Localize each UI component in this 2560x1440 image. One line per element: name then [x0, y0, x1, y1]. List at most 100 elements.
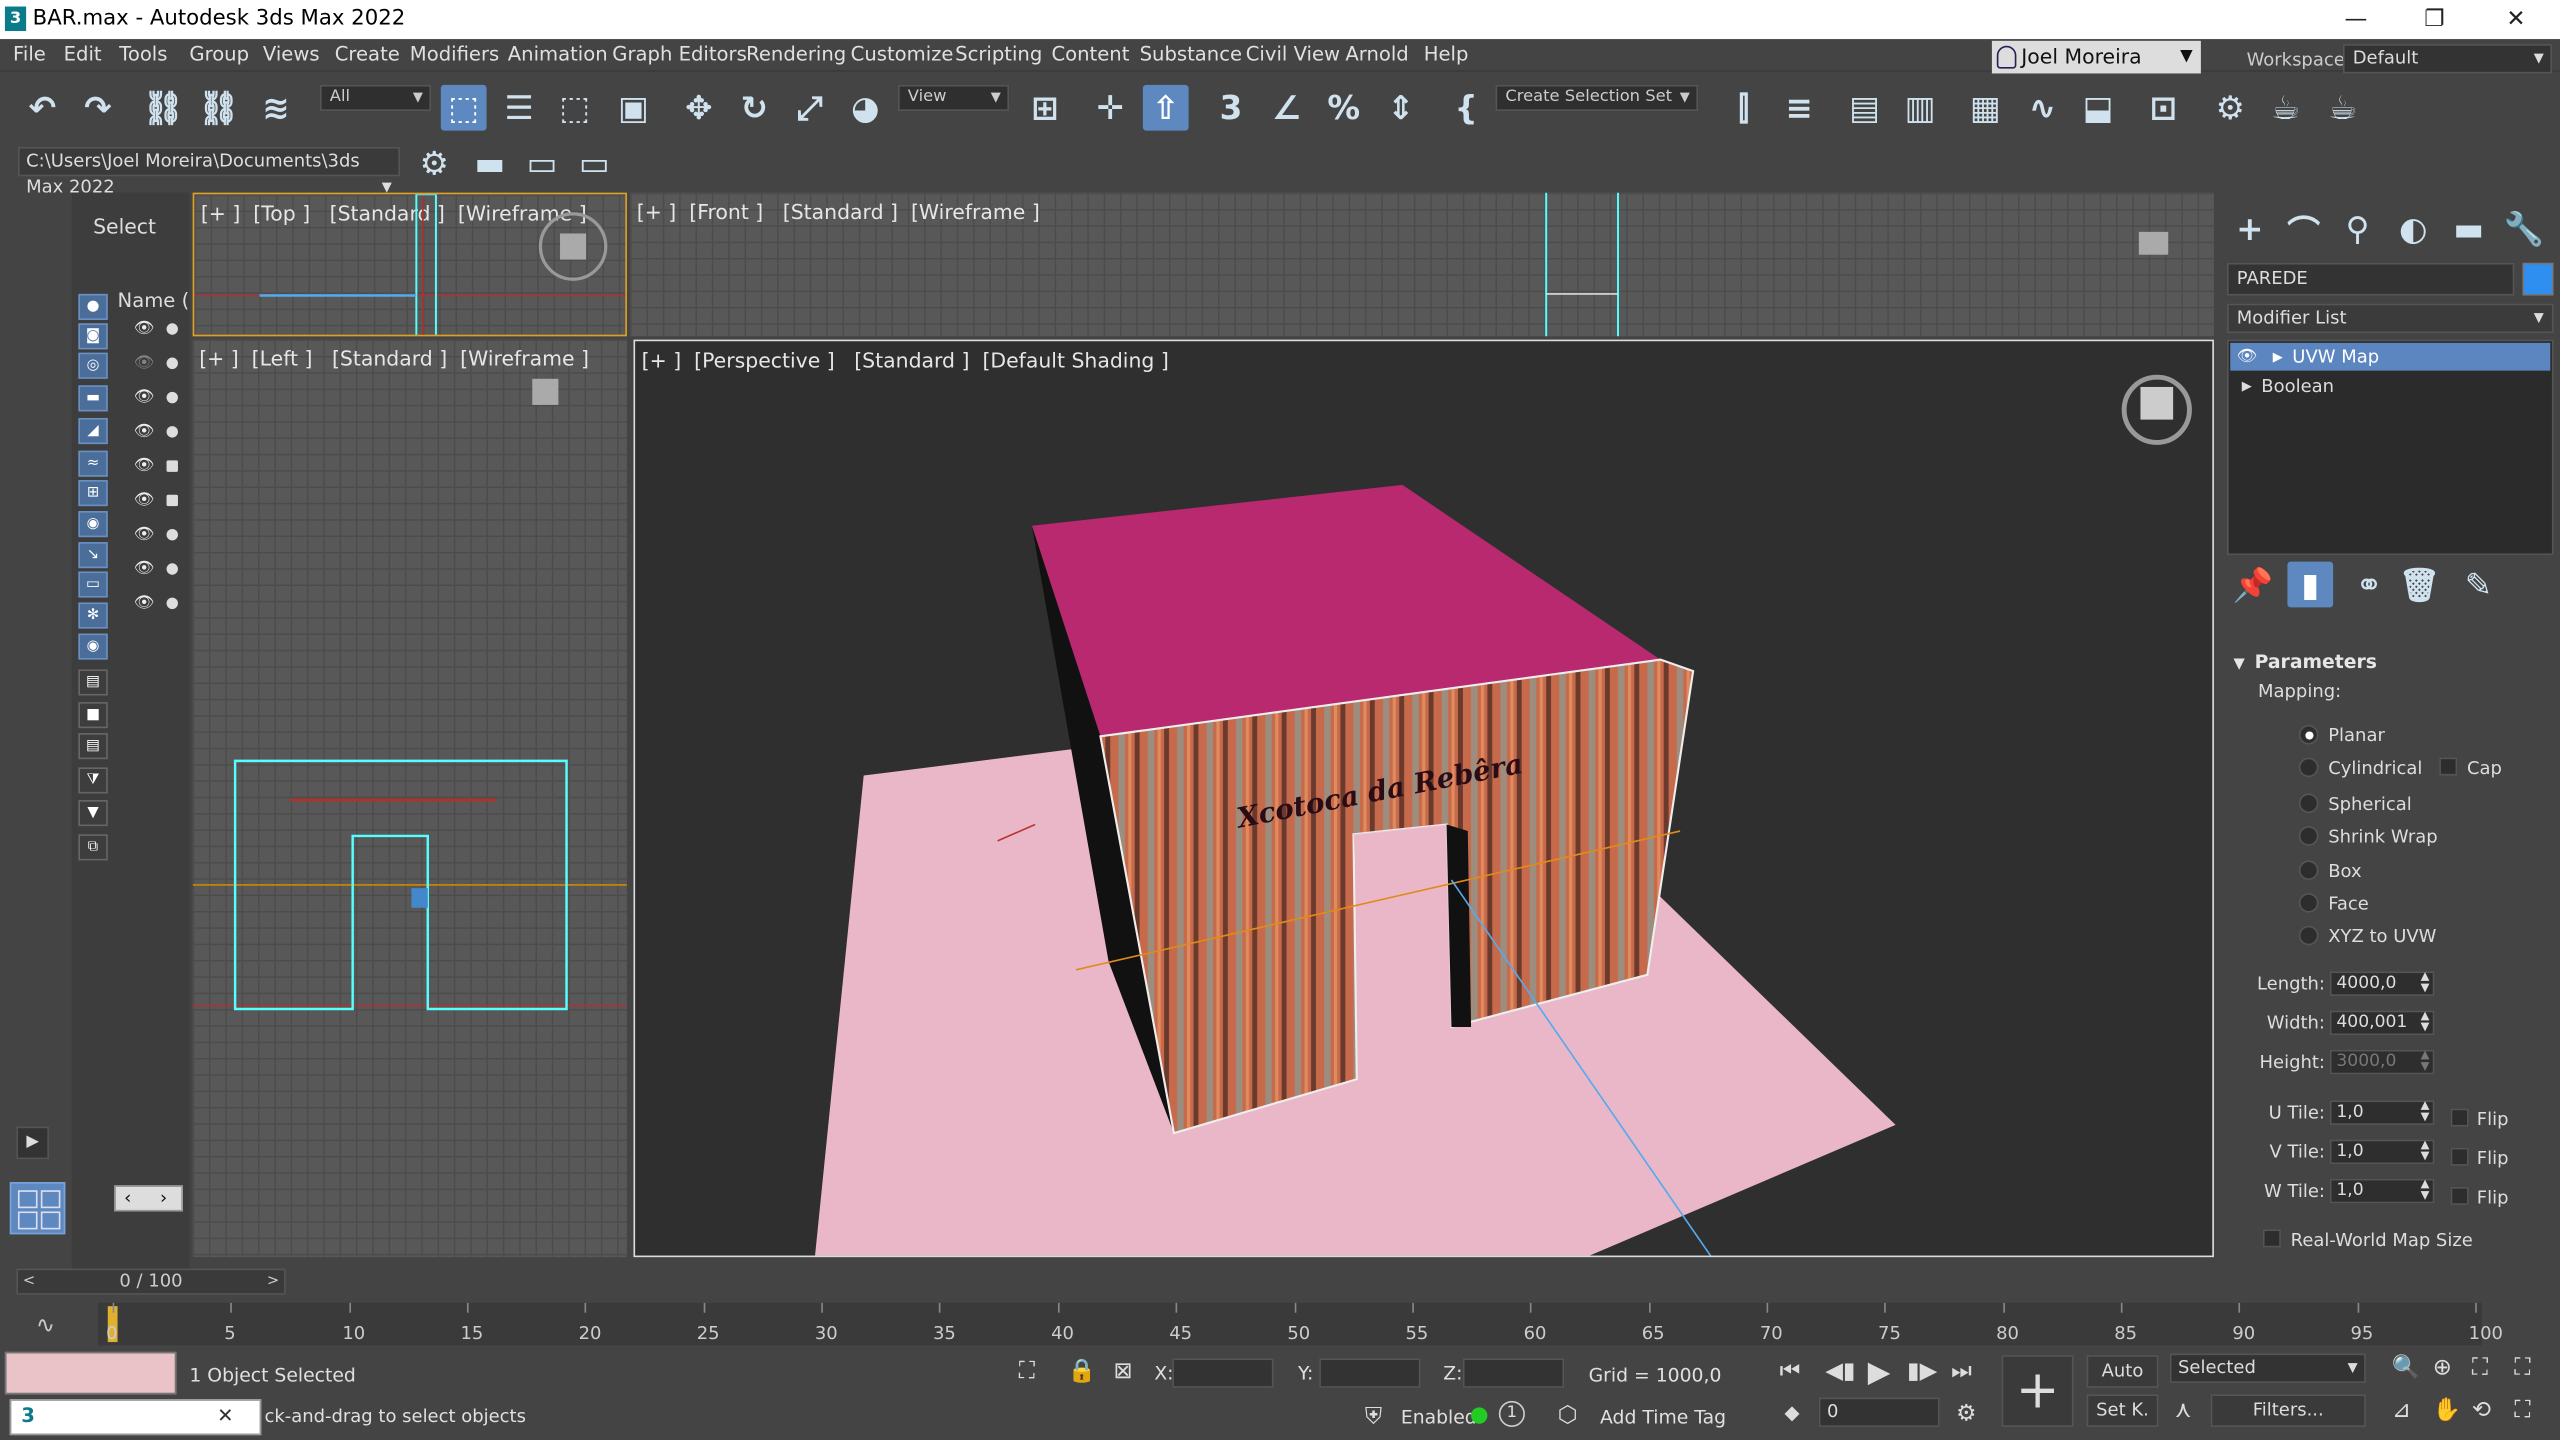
- show-end-result-icon[interactable]: ▮: [2287, 561, 2334, 608]
- select-invert-icon[interactable]: ▤: [78, 733, 108, 760]
- display-bones-icon[interactable]: ▭: [78, 571, 108, 598]
- viewport-left[interactable]: [+ ] [Left ] [Standard ] [Wireframe ]: [192, 339, 627, 1258]
- schematic-view-icon[interactable]: ⬓: [2075, 85, 2121, 131]
- key-filter-select[interactable]: Selected ▼: [2169, 1353, 2366, 1383]
- go-to-end-icon[interactable]: ⏭: [1951, 1358, 1972, 1384]
- place-icon[interactable]: ◕: [842, 85, 888, 131]
- maximize-viewport-icon[interactable]: ⛶: [2514, 1398, 2530, 1424]
- curve-editor-toggle-icon[interactable]: ∿: [36, 1313, 55, 1339]
- pin-stack-icon[interactable]: 📌: [2230, 562, 2276, 608]
- z-coordinate-field[interactable]: [1462, 1358, 1565, 1388]
- u-flip-checkbox[interactable]: [2450, 1108, 2469, 1127]
- project-path-select[interactable]: C:\Users\Joel Moreira\Documents\3ds Max …: [17, 146, 401, 198]
- pan-icon[interactable]: ✋: [2433, 1398, 2461, 1424]
- freeze-dot-icon[interactable]: [166, 426, 178, 438]
- length-spinner[interactable]: 4000,0 ▲ ▼: [2329, 971, 2435, 996]
- auto-key-button[interactable]: Auto: [2086, 1355, 2159, 1388]
- window-crossing-icon[interactable]: ▣: [611, 85, 657, 131]
- viewport-front[interactable]: [+ ] [Front ] [Standard ] [Wireframe ]: [630, 192, 2214, 337]
- close-icon[interactable]: ✕: [217, 1404, 233, 1427]
- configure-modifier-sets-icon[interactable]: ✎: [2456, 562, 2502, 608]
- rendered-frame-window-icon[interactable]: ☕: [2263, 85, 2309, 131]
- isolate-selection-icon[interactable]: ⛶: [1019, 1358, 1035, 1384]
- spinner-arrows-icon[interactable]: ▲ ▼: [2421, 1049, 2430, 1073]
- wtile-spinner[interactable]: 1,0 ▲ ▼: [2329, 1178, 2435, 1204]
- chevron-right-icon[interactable]: ›: [160, 1187, 167, 1208]
- material-editor-icon[interactable]: ⊡: [2140, 85, 2186, 131]
- width-spinner[interactable]: 400,001 ▲ ▼: [2329, 1010, 2435, 1036]
- curve-editor-icon[interactable]: ∿: [2020, 85, 2066, 131]
- absolute-mode-icon[interactable]: ⊠: [1114, 1358, 1133, 1384]
- pivot-center-icon[interactable]: ⊞: [1022, 85, 1068, 131]
- display-lights-icon[interactable]: ▬: [78, 385, 108, 412]
- restore-button[interactable]: ❐: [2413, 3, 2455, 36]
- project-settings-icon[interactable]: ⚙: [411, 140, 457, 186]
- adaptive-degradation-icon[interactable]: ⛨: [1365, 1404, 1382, 1430]
- select-object-icon[interactable]: ⬚: [440, 84, 487, 131]
- remove-modifier-icon[interactable]: 🗑: [2397, 562, 2443, 608]
- spinner-snap-icon[interactable]: ⇕: [1378, 85, 1424, 131]
- display-containers-icon[interactable]: ✻: [78, 602, 108, 629]
- name-column-header[interactable]: Name (: [118, 289, 190, 312]
- project-folder-icon[interactable]: ▬: [467, 140, 513, 186]
- visibility-eye-icon[interactable]: 👁: [134, 594, 157, 612]
- viewport-top[interactable]: [+ ] [Top ] [Standard ] [Wireframe ]: [192, 192, 627, 337]
- next-frame-icon[interactable]: ▮▶: [1907, 1358, 1937, 1384]
- toggle-ribbon-icon[interactable]: ▦: [1963, 85, 2009, 131]
- zoom-all-icon[interactable]: ⊕: [2433, 1355, 2452, 1381]
- visibility-eye-icon[interactable]: 👁: [134, 389, 157, 407]
- cap-checkbox[interactable]: [2439, 757, 2458, 776]
- zoom-icon[interactable]: 🔍: [2392, 1355, 2420, 1381]
- visibility-eye-icon[interactable]: 👁: [134, 457, 157, 475]
- height-spinner[interactable]: 3000,0 ▲ ▼: [2329, 1049, 2435, 1075]
- filter-icon[interactable]: ⧩: [78, 767, 108, 794]
- key-mode-toggle-icon[interactable]: ◆: [1785, 1401, 1800, 1424]
- spinner-arrows-icon[interactable]: ▲ ▼: [2421, 971, 2430, 994]
- scene-explorer-icon[interactable]: ▤: [1842, 85, 1888, 131]
- object-color-swatch[interactable]: [2522, 262, 2554, 296]
- percent-snap-icon[interactable]: %: [1321, 85, 1367, 131]
- display-groups-icon[interactable]: ◉: [78, 511, 108, 538]
- menu-help[interactable]: Help: [1424, 42, 1469, 65]
- hierarchy-tab-icon[interactable]: ⚲: [2335, 206, 2381, 252]
- y-coordinate-field[interactable]: [1319, 1358, 1421, 1388]
- visibility-eye-icon[interactable]: 👁: [134, 491, 157, 509]
- menu-civil-view[interactable]: Civil View: [1246, 42, 1340, 65]
- move-icon[interactable]: ✥: [676, 85, 722, 131]
- play-icon[interactable]: ▶: [1868, 1355, 1891, 1389]
- mapping-cylindrical-radio[interactable]: [2298, 757, 2319, 778]
- taskbar-thumbnail[interactable]: 3 ✕: [9, 1399, 262, 1436]
- menu-customize[interactable]: Customize: [851, 42, 954, 65]
- display-spacewarps-icon[interactable]: ⊞: [78, 480, 108, 507]
- select-manipulate-icon[interactable]: ✛: [1087, 85, 1133, 131]
- menu-tools[interactable]: Tools: [119, 42, 167, 65]
- menu-content[interactable]: Content: [1051, 42, 1129, 65]
- play-sidebar-icon[interactable]: ▶: [16, 1126, 49, 1160]
- create-tab-icon[interactable]: +: [2227, 206, 2273, 252]
- minimize-button[interactable]: —: [2335, 3, 2377, 36]
- menu-create[interactable]: Create: [335, 42, 400, 65]
- w-flip-checkbox[interactable]: [2450, 1186, 2469, 1205]
- edit-named-selection-icon[interactable]: {: [1443, 85, 1489, 131]
- display-children-icon[interactable]: ▤: [78, 669, 108, 696]
- filters-button[interactable]: Filters...: [2210, 1394, 2366, 1427]
- select-by-name-icon[interactable]: ☰: [496, 85, 542, 131]
- modify-tab-icon[interactable]: ⌒: [2281, 206, 2327, 252]
- filter-toggle-icon[interactable]: ▼: [78, 800, 108, 827]
- freeze-dot-icon[interactable]: [166, 391, 178, 404]
- orbit-icon[interactable]: ⟲: [2472, 1398, 2491, 1424]
- link-icon[interactable]: ⛓: [140, 85, 186, 131]
- render-production-icon[interactable]: ☕: [2320, 85, 2366, 131]
- object-name-field[interactable]: PAREDE: [2227, 262, 2515, 296]
- menu-rendering[interactable]: Rendering: [746, 42, 846, 65]
- menu-animation[interactable]: Animation: [508, 42, 608, 65]
- zoom-extents-all-icon[interactable]: ⛶: [2514, 1355, 2530, 1381]
- spinner-arrows-icon[interactable]: ▲ ▼: [2421, 1010, 2430, 1034]
- freeze-dot-icon[interactable]: [166, 528, 178, 541]
- viewport-perspective[interactable]: [+ ] [Perspective ] [Standard ] [Default…: [633, 339, 2214, 1258]
- freeze-dot-icon[interactable]: [166, 323, 178, 335]
- go-to-start-icon[interactable]: ⏮: [1780, 1358, 1801, 1384]
- workspaces-select[interactable]: Default ▼: [2342, 44, 2552, 74]
- reference-coordinate-select[interactable]: View ▼: [897, 84, 1010, 112]
- enabled-indicator[interactable]: [1471, 1407, 1488, 1424]
